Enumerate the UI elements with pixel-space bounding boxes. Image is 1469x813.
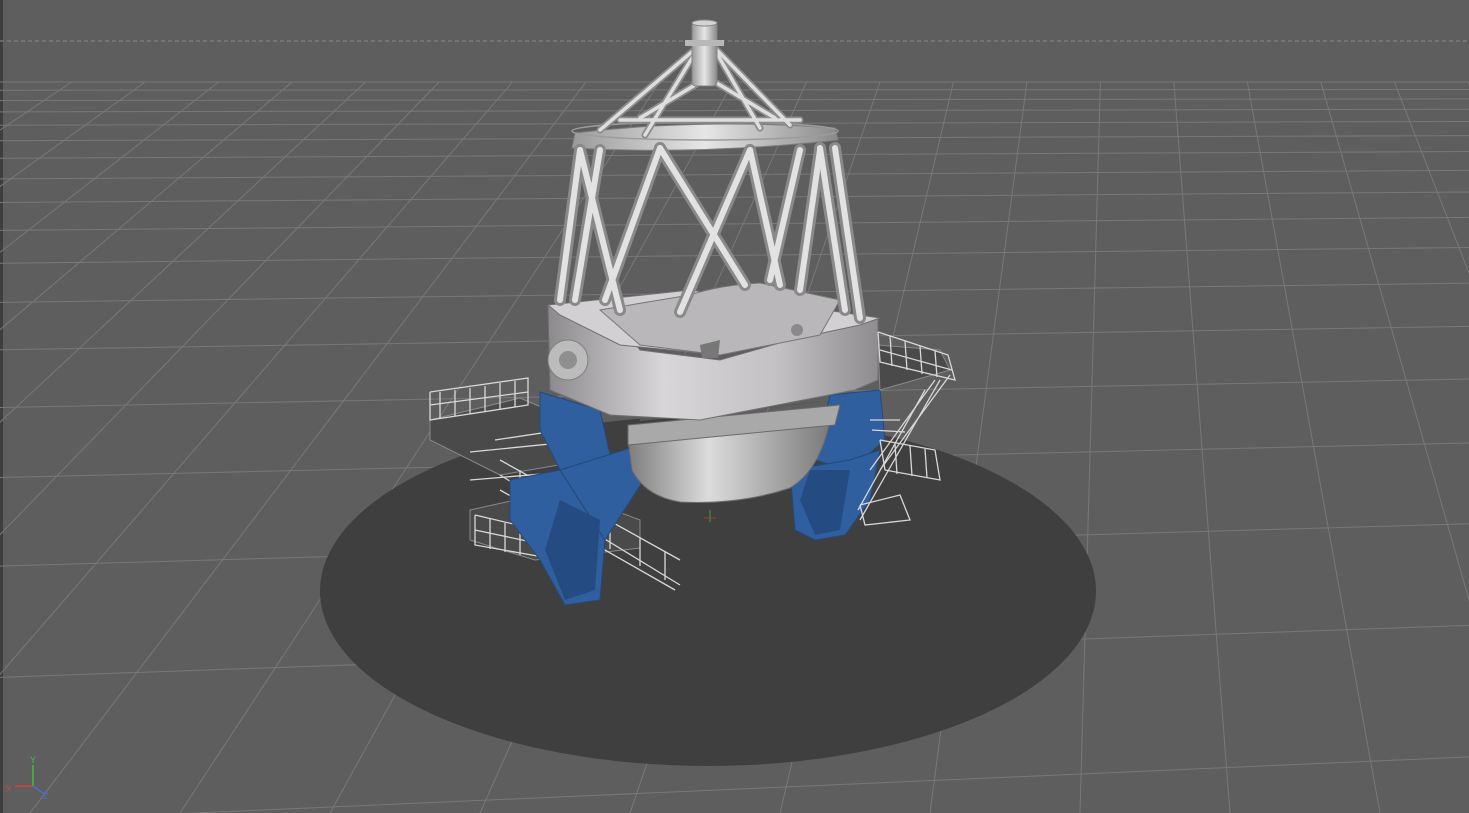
grid-line — [0, 81, 440, 536]
grid-line — [0, 98, 1469, 102]
grid-line — [0, 216, 1469, 231]
grid-line — [0, 108, 1469, 113]
secondary-spider — [596, 19, 804, 139]
grid-line — [1173, 81, 1231, 813]
grid-line — [0, 81, 219, 253]
grid-line — [0, 151, 1469, 159]
axis-x-label: X — [6, 784, 12, 794]
grid-line — [0, 81, 146, 188]
3d-viewport[interactable]: Y X Z — [0, 0, 1469, 813]
grid-line — [0, 81, 72, 131]
scene[interactable]: Y X Z — [0, 0, 1469, 813]
axis-gizmo: Y X Z — [6, 755, 49, 801]
grid-line — [0, 81, 366, 423]
axis-z-label: Z — [43, 791, 49, 801]
axis-y-label: Y — [30, 755, 36, 765]
grid-line — [1079, 81, 1101, 813]
